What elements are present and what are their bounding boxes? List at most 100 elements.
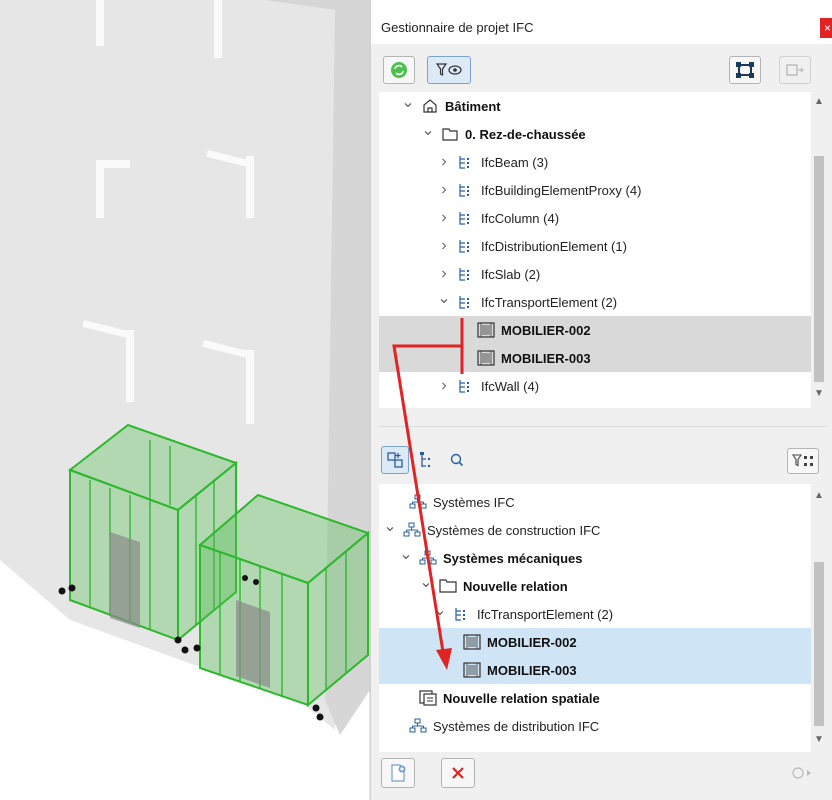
systems-tree-scrollbar[interactable]: ▲ ▼ (811, 484, 827, 752)
tree-row[interactable]: ⌄ IfcTransportElement (2) (379, 288, 811, 316)
pane-divider[interactable] (379, 426, 827, 427)
folder-icon (439, 578, 457, 594)
scroll-thumb[interactable] (814, 562, 824, 726)
tree-row[interactable]: MOBILIER-003 (379, 656, 811, 684)
close-button[interactable]: × (820, 18, 832, 38)
element-icon (463, 662, 481, 678)
panel-titlebar: Gestionnaire de projet IFC × (371, 0, 832, 44)
expand-chevron-icon[interactable]: › (437, 265, 451, 282)
tree-item-label: IfcColumn (4) (481, 210, 560, 226)
scroll-up-arrow[interactable]: ▲ (811, 490, 827, 501)
filter-icon (792, 454, 813, 467)
ifc-type-icon (457, 154, 475, 170)
collapse-chevron-icon[interactable]: ⌄ (399, 546, 413, 563)
add-assignment-icon (387, 452, 403, 468)
ifc-type-icon (457, 182, 475, 198)
filter-view-button[interactable] (427, 56, 471, 84)
collapse-chevron-icon[interactable]: ⌄ (421, 122, 435, 139)
collapse-chevron-icon[interactable]: ⌄ (433, 602, 447, 619)
filter-button[interactable] (787, 448, 819, 474)
scroll-up-arrow[interactable]: ▲ (811, 96, 827, 107)
tree-row[interactable]: › IfcBuildingElementProxy (4) (379, 176, 811, 204)
collapse-chevron-icon[interactable]: ⌄ (383, 518, 397, 535)
scroll-down-arrow[interactable]: ▼ (811, 388, 827, 399)
spatial-relation-icon (419, 690, 437, 706)
tree-item-label: IfcSlab (2) (481, 266, 541, 282)
selection-frame-icon (736, 62, 754, 78)
tree-row[interactable]: ⌄ Systèmes de construction IFC (379, 516, 811, 544)
filter-eye-icon (435, 63, 462, 76)
tree-row[interactable]: › IfcColumn (4) (379, 204, 811, 232)
tree-item-label: Systèmes mécaniques (443, 550, 583, 566)
tree-row[interactable]: › IfcBeam (3) (379, 148, 811, 176)
building-icon (421, 98, 439, 114)
tree-row[interactable]: Systèmes de distribution IFC (379, 712, 811, 740)
tree-item-label: IfcWall (4) (481, 378, 540, 394)
tree-item-label: 0. Rez-de-chaussée (465, 126, 586, 142)
tree-row[interactable]: › IfcWall (4) (379, 372, 811, 400)
scroll-down-arrow[interactable]: ▼ (811, 734, 827, 745)
tree-row[interactable]: Systèmes IFC (379, 488, 811, 516)
expand-chevron-icon[interactable]: › (437, 181, 451, 198)
tree-row[interactable]: › IfcDistributionElement (1) (379, 232, 811, 260)
tree-item-label: Nouvelle relation (463, 578, 568, 594)
ifc-systems-tree[interactable]: Systèmes IFC ⌄ Systèmes de construction IF… (379, 484, 827, 752)
systems-icon (409, 494, 427, 510)
options-button[interactable] (785, 758, 819, 788)
tree-row[interactable]: MOBILIER-002 (379, 316, 811, 344)
delete-icon (452, 767, 464, 779)
options-icon (792, 767, 811, 779)
tree-item-label: IfcTransportElement (2) (481, 294, 618, 310)
tree-item-label: IfcDistributionElement (1) (481, 238, 627, 254)
tree-item-label: MOBILIER-002 (487, 634, 577, 650)
refresh-button[interactable] (383, 56, 415, 84)
ifc-type-icon (457, 238, 475, 254)
tree-row[interactable]: ⌄ Bâtiment (379, 92, 811, 120)
tree-item-label: Nouvelle relation spatiale (443, 690, 600, 706)
delete-button[interactable] (441, 758, 475, 788)
collapse-chevron-icon[interactable]: ⌄ (419, 574, 433, 591)
tree-item-label: Systèmes de distribution IFC (433, 718, 600, 734)
panel-title: Gestionnaire de projet IFC (381, 20, 534, 35)
tree-row[interactable]: Nouvelle relation spatiale (379, 684, 811, 712)
expand-chevron-icon[interactable]: › (437, 377, 451, 394)
expand-chevron-icon[interactable]: › (437, 153, 451, 170)
add-assignment-button[interactable] (381, 446, 409, 474)
tree-row[interactable]: MOBILIER-002 (379, 628, 811, 656)
tree-row[interactable]: ⌄ IfcTransportElement (2) (379, 600, 811, 628)
search-button[interactable] (443, 446, 471, 474)
select-in-model-button[interactable] (729, 56, 761, 84)
ifc-type-icon (453, 606, 471, 622)
frame-arrow-button[interactable] (779, 56, 811, 84)
tree-row[interactable]: ⌄ 0. Rez-de-chaussée (379, 120, 811, 148)
storey-icon (441, 126, 459, 142)
systems-icon (403, 522, 421, 538)
tree-row[interactable]: MOBILIER-003 (379, 344, 811, 372)
tree-item-label: MOBILIER-002 (501, 322, 591, 338)
scroll-thumb[interactable] (814, 156, 824, 382)
search-icon (450, 453, 464, 467)
element-icon (463, 634, 481, 650)
tree-row[interactable]: ⌄ Systèmes mécaniques (379, 544, 811, 572)
spatial-tree-scrollbar[interactable]: ▲ ▼ (811, 92, 827, 408)
new-button[interactable] (381, 758, 415, 788)
expand-chevron-icon[interactable]: › (437, 209, 451, 226)
expand-chevron-icon[interactable]: › (437, 237, 451, 254)
3d-viewport[interactable] (0, 0, 370, 800)
tree-row[interactable]: › IfcSlab (2) (379, 260, 811, 288)
spatial-structure-tree[interactable]: ⌄ Bâtiment ⌄ 0. Rez-de-chaussée › IfcBeam (3)… (379, 92, 827, 408)
ifc-type-icon (457, 378, 475, 394)
hierarchy-button[interactable] (413, 446, 441, 474)
hierarchy-icon (420, 452, 431, 468)
tree-row[interactable]: ⌄ Nouvelle relation (379, 572, 811, 600)
3d-model-view[interactable] (0, 0, 370, 800)
collapse-chevron-icon[interactable]: ⌄ (401, 94, 415, 111)
systems-icon (419, 550, 437, 566)
collapse-chevron-icon[interactable]: ⌄ (437, 290, 451, 307)
element-icon (477, 350, 495, 366)
